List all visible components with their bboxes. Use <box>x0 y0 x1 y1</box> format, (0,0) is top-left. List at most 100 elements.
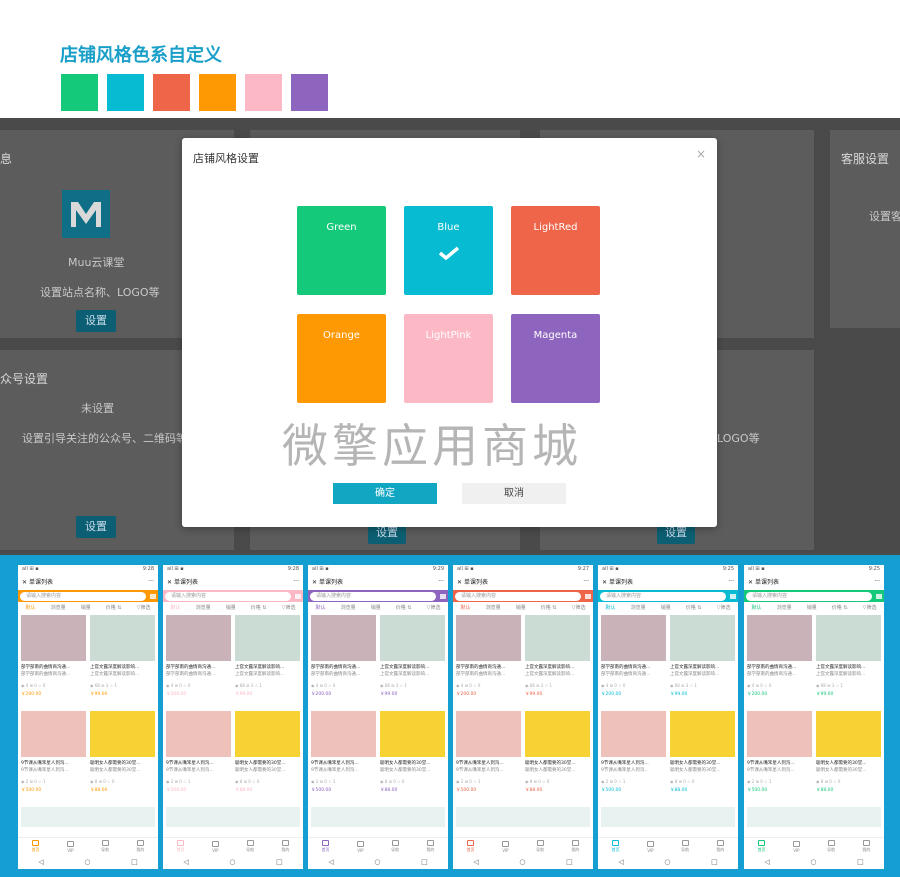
tab-item[interactable]: 首页 <box>758 840 766 853</box>
close-icon[interactable]: ✕ <box>167 579 172 586</box>
more-icon[interactable]: ··· <box>148 578 154 585</box>
back-icon[interactable]: ◁ <box>473 858 478 866</box>
tab-item[interactable]: VIP <box>356 840 364 853</box>
filter-item[interactable]: 浏览量 <box>196 604 211 611</box>
filter-item[interactable]: 销量 <box>661 604 671 611</box>
confirm-button[interactable]: 确定 <box>333 483 437 504</box>
tab-item[interactable]: 我的 <box>426 840 434 853</box>
more-icon[interactable]: ··· <box>293 578 299 585</box>
more-icon[interactable]: ··· <box>583 578 589 585</box>
tab-item[interactable]: VIP <box>646 840 654 853</box>
filter-item[interactable]: 销量 <box>516 604 526 611</box>
filter-item[interactable]: 销量 <box>807 604 817 611</box>
filter-item[interactable]: 默认 <box>26 604 36 611</box>
close-icon[interactable]: ✕ <box>312 579 317 586</box>
course-card[interactable]: 聪明女人都需要的30堂... 聪明女人都需要的30堂... ◉ 8 ⊞ 0 ☆ 0 ￥… <box>380 711 445 793</box>
tab-item[interactable]: 首页 <box>322 840 330 853</box>
filter-item[interactable]: 浏览量 <box>631 604 646 611</box>
grid-icon[interactable] <box>295 593 301 599</box>
filter-item[interactable]: 默认 <box>461 604 471 611</box>
search-input[interactable]: 请输入搜索内容 <box>20 591 146 601</box>
course-card[interactable]: 9节课从嘴笨星人到沟... 9节课从嘴笨星人到沟... ◉ 2 ⊞ 0 ☆ 1 ￥50… <box>311 711 376 793</box>
filter-item[interactable]: 价格 ⇅ <box>832 604 848 611</box>
tab-item[interactable]: 导航 <box>536 840 544 853</box>
grid-icon[interactable] <box>150 593 156 599</box>
filter-item[interactable]: 销量 <box>371 604 381 611</box>
grid-icon[interactable] <box>440 593 446 599</box>
filter-item[interactable]: 价格 ⇅ <box>396 604 412 611</box>
course-card[interactable]: 9节课从嘴笨星人到沟... 9节课从嘴笨星人到沟... ◉ 2 ⊞ 0 ☆ 1 ￥50… <box>166 711 231 793</box>
home-icon[interactable]: ○ <box>229 858 235 866</box>
course-card[interactable]: 9节课从嘴笨星人到沟... 9节课从嘴笨星人到沟... ◉ 2 ⊞ 0 ☆ 1 ￥50… <box>456 711 521 793</box>
course-card[interactable]: 聪明女人都需要的30堂... 聪明女人都需要的30堂... ◉ 8 ⊞ 0 ☆ 0 ￥… <box>525 711 590 793</box>
grid-icon[interactable] <box>876 593 882 599</box>
back-icon[interactable]: ◁ <box>618 858 623 866</box>
search-input[interactable]: 请输入搜索内容 <box>455 591 581 601</box>
recent-apps-icon[interactable]: □ <box>711 858 718 866</box>
tab-item[interactable]: 导航 <box>827 840 835 853</box>
recent-apps-icon[interactable]: □ <box>566 858 573 866</box>
filter-item[interactable]: 默认 <box>171 604 181 611</box>
recent-apps-icon[interactable]: □ <box>857 858 864 866</box>
tab-item[interactable]: 导航 <box>246 840 254 853</box>
course-card[interactable]: 部学部南的曲情商沟通... 部学部南的曲情商沟通... ◉ 4 ⊞ 0 ☆ 0 ￥20… <box>456 615 521 697</box>
filter-item[interactable]: 价格 ⇅ <box>251 604 267 611</box>
filter-item[interactable]: 默认 <box>752 604 762 611</box>
filter-item[interactable]: 浏览量 <box>51 604 66 611</box>
tab-item[interactable]: VIP <box>211 840 219 853</box>
recent-apps-icon[interactable]: □ <box>421 858 428 866</box>
tab-item[interactable]: 首页 <box>612 840 620 853</box>
filter-item[interactable]: ▽筛选 <box>137 604 151 611</box>
tab-item[interactable]: 我的 <box>571 840 579 853</box>
course-card[interactable]: 上官文露深度解读影响... 上官文露深度解读影响... ◉ 68 ⊞ 3 ☆ 1 ￥9… <box>380 615 445 697</box>
color-option-lightred[interactable]: LightRed <box>511 206 600 295</box>
filter-item[interactable]: 浏览量 <box>341 604 356 611</box>
tab-item[interactable]: 我的 <box>281 840 289 853</box>
filter-item[interactable]: ▽筛选 <box>427 604 441 611</box>
search-input[interactable]: 请输入搜索内容 <box>310 591 436 601</box>
back-icon[interactable]: ◁ <box>38 858 43 866</box>
course-card[interactable]: 部学部南的曲情商沟通... 部学部南的曲情商沟通... ◉ 4 ⊞ 0 ☆ 0 ￥20… <box>166 615 231 697</box>
search-input[interactable]: 请输入搜索内容 <box>600 591 726 601</box>
course-card[interactable]: 部学部南的曲情商沟通... 部学部南的曲情商沟通... ◉ 4 ⊞ 0 ☆ 0 ￥20… <box>601 615 666 697</box>
filter-item[interactable]: 销量 <box>226 604 236 611</box>
tab-item[interactable]: VIP <box>501 840 509 853</box>
close-icon[interactable]: ✕ <box>22 579 27 586</box>
search-input[interactable]: 请输入搜索内容 <box>165 591 291 601</box>
course-card[interactable]: 聪明女人都需要的30堂... 聪明女人都需要的30堂... ◉ 8 ⊞ 0 ☆ 0 ￥… <box>816 711 881 793</box>
grid-icon[interactable] <box>585 593 591 599</box>
search-input[interactable]: 请输入搜索内容 <box>746 591 872 601</box>
tab-item[interactable]: 首页 <box>467 840 475 853</box>
close-icon[interactable]: × <box>696 147 706 161</box>
tab-item[interactable]: 我的 <box>862 840 870 853</box>
recent-apps-icon[interactable]: □ <box>276 858 283 866</box>
grid-icon[interactable] <box>730 593 736 599</box>
filter-item[interactable]: 浏览量 <box>486 604 501 611</box>
course-card[interactable]: 上官文露深度解读影响... 上官文露深度解读影响... ◉ 68 ⊞ 3 ☆ 1 ￥9… <box>525 615 590 697</box>
course-card[interactable]: 上官文露深度解读影响... 上官文露深度解读影响... ◉ 68 ⊞ 3 ☆ 1 ￥9… <box>670 615 735 697</box>
tab-item[interactable]: 首页 <box>177 840 185 853</box>
tab-item[interactable]: 导航 <box>391 840 399 853</box>
color-option-blue[interactable]: Blue <box>404 206 493 295</box>
more-icon[interactable]: ··· <box>728 578 734 585</box>
close-icon[interactable]: ✕ <box>457 579 462 586</box>
home-icon[interactable]: ○ <box>664 858 670 866</box>
tab-item[interactable]: 导航 <box>681 840 689 853</box>
site-settings-button[interactable]: 设置 <box>76 310 116 332</box>
course-card[interactable]: 部学部南的曲情商沟通... 部学部南的曲情商沟通... ◉ 4 ⊞ 0 ☆ 0 ￥20… <box>311 615 376 697</box>
color-option-magenta[interactable]: Magenta <box>511 314 600 403</box>
course-card[interactable]: 部学部南的曲情商沟通... 部学部南的曲情商沟通... ◉ 4 ⊞ 0 ☆ 0 ￥20… <box>747 615 812 697</box>
course-card[interactable]: 上官文露深度解读影响... 上官文露深度解读影响... ◉ 68 ⊞ 3 ☆ 1 ￥9… <box>90 615 155 697</box>
filter-item[interactable]: 价格 ⇅ <box>686 604 702 611</box>
tab-item[interactable]: 导航 <box>101 840 109 853</box>
recent-apps-icon[interactable]: □ <box>131 858 138 866</box>
course-card[interactable]: 上官文露深度解读影响... 上官文露深度解读影响... ◉ 68 ⊞ 3 ☆ 1 ￥9… <box>816 615 881 697</box>
color-option-lightpink[interactable]: LightPink <box>404 314 493 403</box>
tab-item[interactable]: VIP <box>792 840 800 853</box>
back-icon[interactable]: ◁ <box>183 858 188 866</box>
more-icon[interactable]: ··· <box>874 578 880 585</box>
back-icon[interactable]: ◁ <box>328 858 333 866</box>
filter-item[interactable]: 默认 <box>316 604 326 611</box>
home-icon[interactable]: ○ <box>810 858 816 866</box>
home-icon[interactable]: ○ <box>84 858 90 866</box>
